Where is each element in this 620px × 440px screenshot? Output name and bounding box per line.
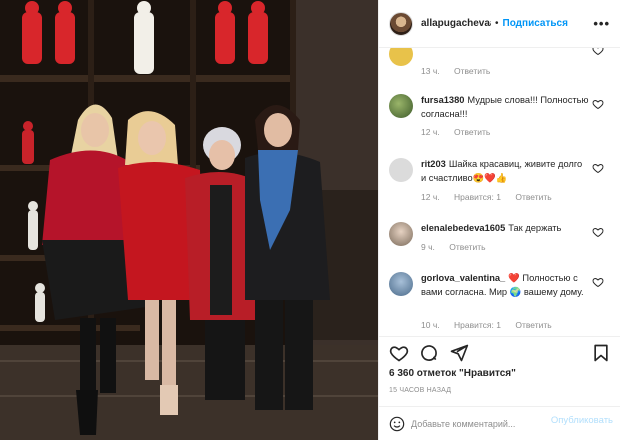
comment-meta: 12 ч. Нравится: 1 Ответить (421, 192, 564, 202)
comment-text: Так держать (508, 223, 562, 233)
comment-heart-icon[interactable] (592, 226, 604, 238)
reply-button[interactable]: Ответить (515, 192, 551, 202)
comment-input[interactable] (411, 415, 551, 433)
reply-button[interactable]: Ответить (515, 320, 551, 330)
comment-body: rit203 Шайка красавиц, живите долго и сча… (421, 157, 589, 185)
likes-count[interactable]: 6 360 отметок "Нравится" (389, 368, 516, 379)
commenter-avatar[interactable] (389, 48, 413, 66)
photo-scene (0, 0, 378, 440)
comment-time: 9 ч. (421, 242, 435, 252)
comment-body: fursa1380 Мудрые слова!!! Полностью согла… (421, 93, 589, 121)
comment-likes[interactable]: Нравится: 1 (454, 192, 501, 202)
comment-heart-icon[interactable] (592, 276, 604, 288)
comment-time: 12 ч. (421, 127, 440, 137)
commenter-username[interactable]: rit203 (421, 159, 446, 169)
comment-meta: 9 ч. Ответить (421, 242, 498, 252)
action-icons-row (389, 343, 611, 365)
post-header: allapugachevaandl • Подписаться ••• (379, 0, 620, 48)
reply-button[interactable]: Ответить (454, 66, 490, 76)
emoji-icon[interactable] (389, 416, 405, 432)
comment-meta: 12 ч. Ответить (421, 127, 502, 137)
comment-item: elenalebedeva1605 Так держать 9 ч. Ответи… (379, 218, 620, 260)
comments-list[interactable]: 13 ч. Ответить fursa1380 Мудрые слова!!! … (379, 48, 620, 336)
comment-body: gorlova_valentina_ ❤️ Полностью с вами со… (421, 271, 589, 299)
comment-meta: 10 ч. Нравится: 1 Ответить (421, 320, 564, 330)
comment-heart-icon[interactable] (592, 98, 604, 110)
comment-heart-icon[interactable] (592, 48, 604, 56)
comment-body: elenalebedeva1605 Так держать (421, 221, 589, 235)
add-comment-bar: Опубликовать (379, 406, 620, 440)
heart-icon[interactable] (389, 343, 409, 363)
author-username[interactable]: allapugachevaandl (421, 18, 491, 29)
bookmark-icon[interactable] (591, 343, 611, 363)
comment-item: gorlova_valentina_ ❤️ Полностью с вами со… (379, 268, 620, 336)
comment-item: 13 ч. Ответить (379, 48, 620, 84)
comment-time: 12 ч. (421, 192, 440, 202)
post-timestamp: 15 ЧАСОВ НАЗАД (389, 387, 452, 394)
post-actions: 6 360 отметок "Нравится" 15 ЧАСОВ НАЗАД … (379, 336, 620, 440)
commenter-avatar[interactable] (389, 222, 413, 246)
comment-icon[interactable] (419, 343, 439, 363)
comment-heart-icon[interactable] (592, 162, 604, 174)
comment-item: fursa1380 Мудрые слова!!! Полностью согла… (379, 90, 620, 142)
post-photo[interactable] (0, 0, 378, 440)
comment-time: 10 ч. (421, 320, 440, 330)
commenter-avatar[interactable] (389, 94, 413, 118)
comment-time: 13 ч. (421, 66, 440, 76)
publish-button[interactable]: Опубликовать (551, 415, 613, 426)
comment-likes[interactable]: Нравится: 1 (454, 320, 501, 330)
author-avatar[interactable] (389, 11, 413, 36)
reply-button[interactable]: Ответить (449, 242, 485, 252)
reply-button[interactable]: Ответить (454, 127, 490, 137)
share-icon[interactable] (449, 343, 469, 363)
comment-meta: 13 ч. Ответить (421, 66, 502, 76)
commenter-username[interactable]: fursa1380 (421, 95, 464, 105)
header-separator: • (495, 18, 499, 29)
commenter-avatar[interactable] (389, 158, 413, 182)
post-sidebar: allapugachevaandl • Подписаться ••• 13 ч… (378, 0, 620, 440)
commenter-username[interactable]: gorlova_valentina_ (421, 273, 505, 283)
comment-item: rit203 Шайка красавиц, живите долго и сча… (379, 154, 620, 210)
commenter-avatar[interactable] (389, 272, 413, 296)
commenter-username[interactable]: elenalebedeva1605 (421, 223, 505, 233)
follow-button[interactable]: Подписаться (503, 18, 568, 29)
more-options-icon[interactable]: ••• (593, 16, 610, 31)
